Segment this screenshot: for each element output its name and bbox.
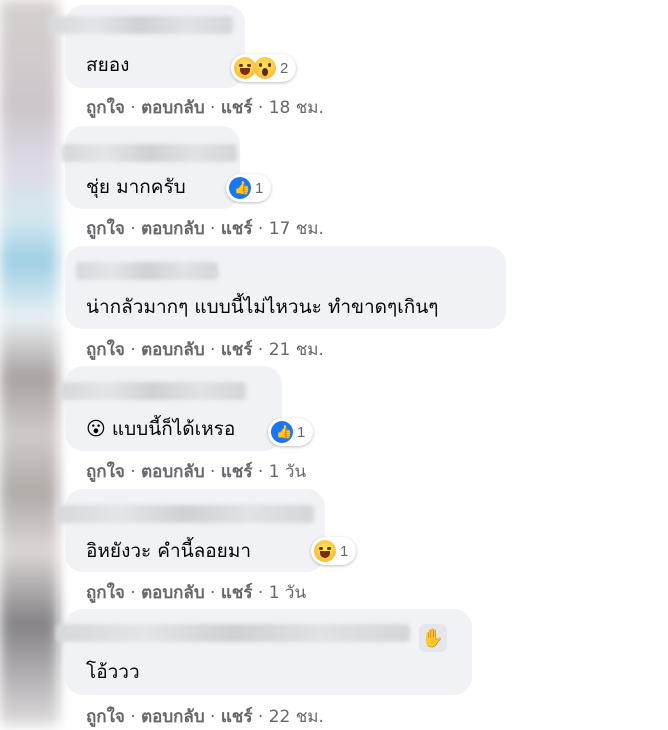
reply-link[interactable]: ตอบกลับ [141, 219, 205, 239]
like-icon: 👍 [229, 177, 251, 199]
comment-text: ชุ่ย มากครับ [86, 176, 186, 198]
reaction-summary[interactable]: 2 [231, 54, 297, 82]
reaction-count: 2 [280, 59, 289, 77]
comment-actions: ถูกใจ · ตอบกลับ · แชร์ · 22 ชม. [86, 707, 324, 727]
reaction-summary[interactable]: 👍 1 [268, 418, 314, 446]
blurred-author-name[interactable] [62, 144, 237, 162]
reply-link[interactable]: ตอบกลับ [141, 583, 205, 603]
comment-actions: ถูกใจ · ตอบกลับ · แชร์ · 18 ชม. [86, 98, 324, 118]
comment-timestamp[interactable]: 22 ชม. [269, 707, 324, 727]
share-link[interactable]: แชร์ [221, 707, 253, 727]
waving-hand-icon[interactable]: ✋ [419, 624, 447, 652]
comment-timestamp[interactable]: 1 วัน [269, 462, 306, 482]
comment-timestamp[interactable]: 21 ชม. [269, 340, 324, 360]
share-link[interactable]: แชร์ [221, 583, 253, 603]
comment-text: น่ากลัวมากๆ แบบนี้ไม่ไหวนะ ทำขาดๆเกินๆ [86, 296, 439, 318]
like-icon: 👍 [271, 421, 293, 443]
reply-link[interactable]: ตอบกลับ [141, 340, 205, 360]
comment-text: อิหยังวะ คำนี้ลอยมา [86, 540, 252, 562]
like-link[interactable]: ถูกใจ [86, 98, 125, 118]
comment-text: สยอง [86, 54, 130, 76]
share-link[interactable]: แชร์ [221, 462, 253, 482]
reaction-summary[interactable]: 1 [311, 537, 357, 565]
like-link[interactable]: ถูกใจ [86, 583, 125, 603]
reply-link[interactable]: ตอบกลับ [141, 98, 205, 118]
reply-link[interactable]: ตอบกลับ [141, 462, 205, 482]
comment-actions: ถูกใจ · ตอบกลับ · แชร์ · 17 ชม. [86, 219, 324, 239]
reaction-count: 1 [340, 542, 349, 560]
like-link[interactable]: ถูกใจ [86, 340, 125, 360]
reaction-count: 1 [297, 423, 306, 441]
reply-link[interactable]: ตอบกลับ [141, 707, 205, 727]
share-link[interactable]: แชร์ [221, 98, 253, 118]
like-link[interactable]: ถูกใจ [86, 707, 125, 727]
blurred-author-name[interactable] [60, 382, 246, 400]
comment-actions: ถูกใจ · ตอบกลับ · แชร์ · 1 วัน [86, 462, 307, 482]
share-link[interactable]: แชร์ [221, 219, 253, 239]
comment-timestamp[interactable]: 18 ชม. [269, 98, 324, 118]
blurred-author-name[interactable] [76, 262, 218, 280]
comment-actions: ถูกใจ · ตอบกลับ · แชร์ · 1 วัน [86, 583, 307, 603]
like-link[interactable]: ถูกใจ [86, 219, 125, 239]
blurred-author-name[interactable] [56, 505, 314, 523]
haha-icon [234, 57, 256, 79]
comment-actions: ถูกใจ · ตอบกลับ · แชร์ · 21 ชม. [86, 340, 324, 360]
comment-timestamp[interactable]: 1 วัน [269, 583, 306, 603]
reaction-summary[interactable]: 👍 1 [226, 174, 272, 202]
reaction-count: 1 [255, 179, 264, 197]
share-link[interactable]: แชร์ [221, 340, 253, 360]
comment-timestamp[interactable]: 17 ชม. [269, 219, 324, 239]
blurred-author-name[interactable] [56, 624, 410, 642]
comment-text: โอ้ววว [86, 661, 140, 683]
like-link[interactable]: ถูกใจ [86, 462, 125, 482]
comment-text: 😮 แบบนี้ก็ได้เหรอ [86, 418, 236, 440]
haha-icon [314, 540, 336, 562]
wow-icon [254, 57, 276, 79]
blurred-author-name[interactable] [48, 16, 233, 34]
